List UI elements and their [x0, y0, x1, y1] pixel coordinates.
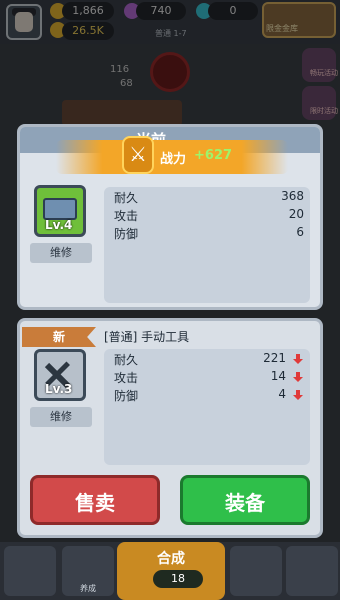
current-stat-attack: 攻击 20: [114, 207, 304, 223]
bottom-tab-upgrade-label: 养成: [80, 584, 96, 593]
power-delta: +627: [194, 148, 233, 163]
stat-label: 攻击: [114, 209, 139, 223]
merge-count: 18: [153, 570, 203, 588]
new-stat-attack: 攻击 14: [114, 369, 304, 385]
current-item-slot[interactable]: Lv.4: [34, 185, 86, 237]
new-stat-defense: 防御 4: [114, 387, 304, 403]
new-stats: 耐久 221 攻击 14 防御 4: [114, 351, 304, 411]
current-stat-durability: 耐久 368: [114, 189, 304, 205]
crossed-swords-icon: ⚔: [122, 136, 154, 174]
current-repair-label: 维修: [30, 243, 92, 263]
new-item-name: [普通] 手动工具: [104, 330, 190, 344]
stat-value: 14: [270, 369, 286, 383]
new-stats-box: 耐久 221 攻击 14 防御 4: [104, 349, 310, 465]
bottom-tab-upgrade[interactable]: 养成: [62, 546, 114, 596]
stat-label: 防御: [114, 227, 139, 241]
current-item-level: Lv.4: [45, 218, 73, 232]
power-label: 战力: [160, 152, 187, 167]
stat-value: 368: [281, 189, 304, 203]
down-arrow-icon: [293, 354, 303, 364]
merge-button[interactable]: 合成 18: [117, 542, 225, 600]
current-stat-defense: 防御 6: [114, 225, 304, 241]
sell-button[interactable]: 售卖: [30, 475, 160, 525]
new-repair-label: 维修: [30, 407, 92, 427]
down-arrow-icon: [293, 390, 303, 400]
down-arrow-icon: [293, 372, 303, 382]
stat-label: 耐久: [114, 353, 139, 367]
new-item-slot[interactable]: Lv.3: [34, 349, 86, 401]
stat-value: 6: [296, 225, 304, 239]
equip-button[interactable]: 装备: [180, 475, 310, 525]
new-tag: 新: [22, 327, 96, 347]
new-item-level: Lv.3: [45, 382, 73, 396]
stat-value: 4: [278, 387, 286, 401]
stat-label: 攻击: [114, 371, 139, 385]
power-banner: ⚔ 战力 +627: [56, 136, 288, 174]
toolbox-icon: [43, 198, 77, 220]
bottom-tab-locked-1[interactable]: [4, 546, 56, 596]
current-stats: 耐久 368 攻击 20 防御 6: [114, 189, 304, 249]
stat-value: 221: [263, 351, 286, 365]
stat-value: 20: [288, 207, 304, 221]
stat-label: 耐久: [114, 191, 139, 205]
bottom-tab-locked-3[interactable]: [286, 546, 338, 596]
merge-label: 合成: [157, 551, 185, 567]
current-stats-box: 耐久 368 攻击 20 防御 6: [104, 187, 310, 303]
bottom-tab-locked-2[interactable]: [230, 546, 282, 596]
stat-label: 防御: [114, 389, 139, 403]
new-stat-durability: 耐久 221: [114, 351, 304, 367]
